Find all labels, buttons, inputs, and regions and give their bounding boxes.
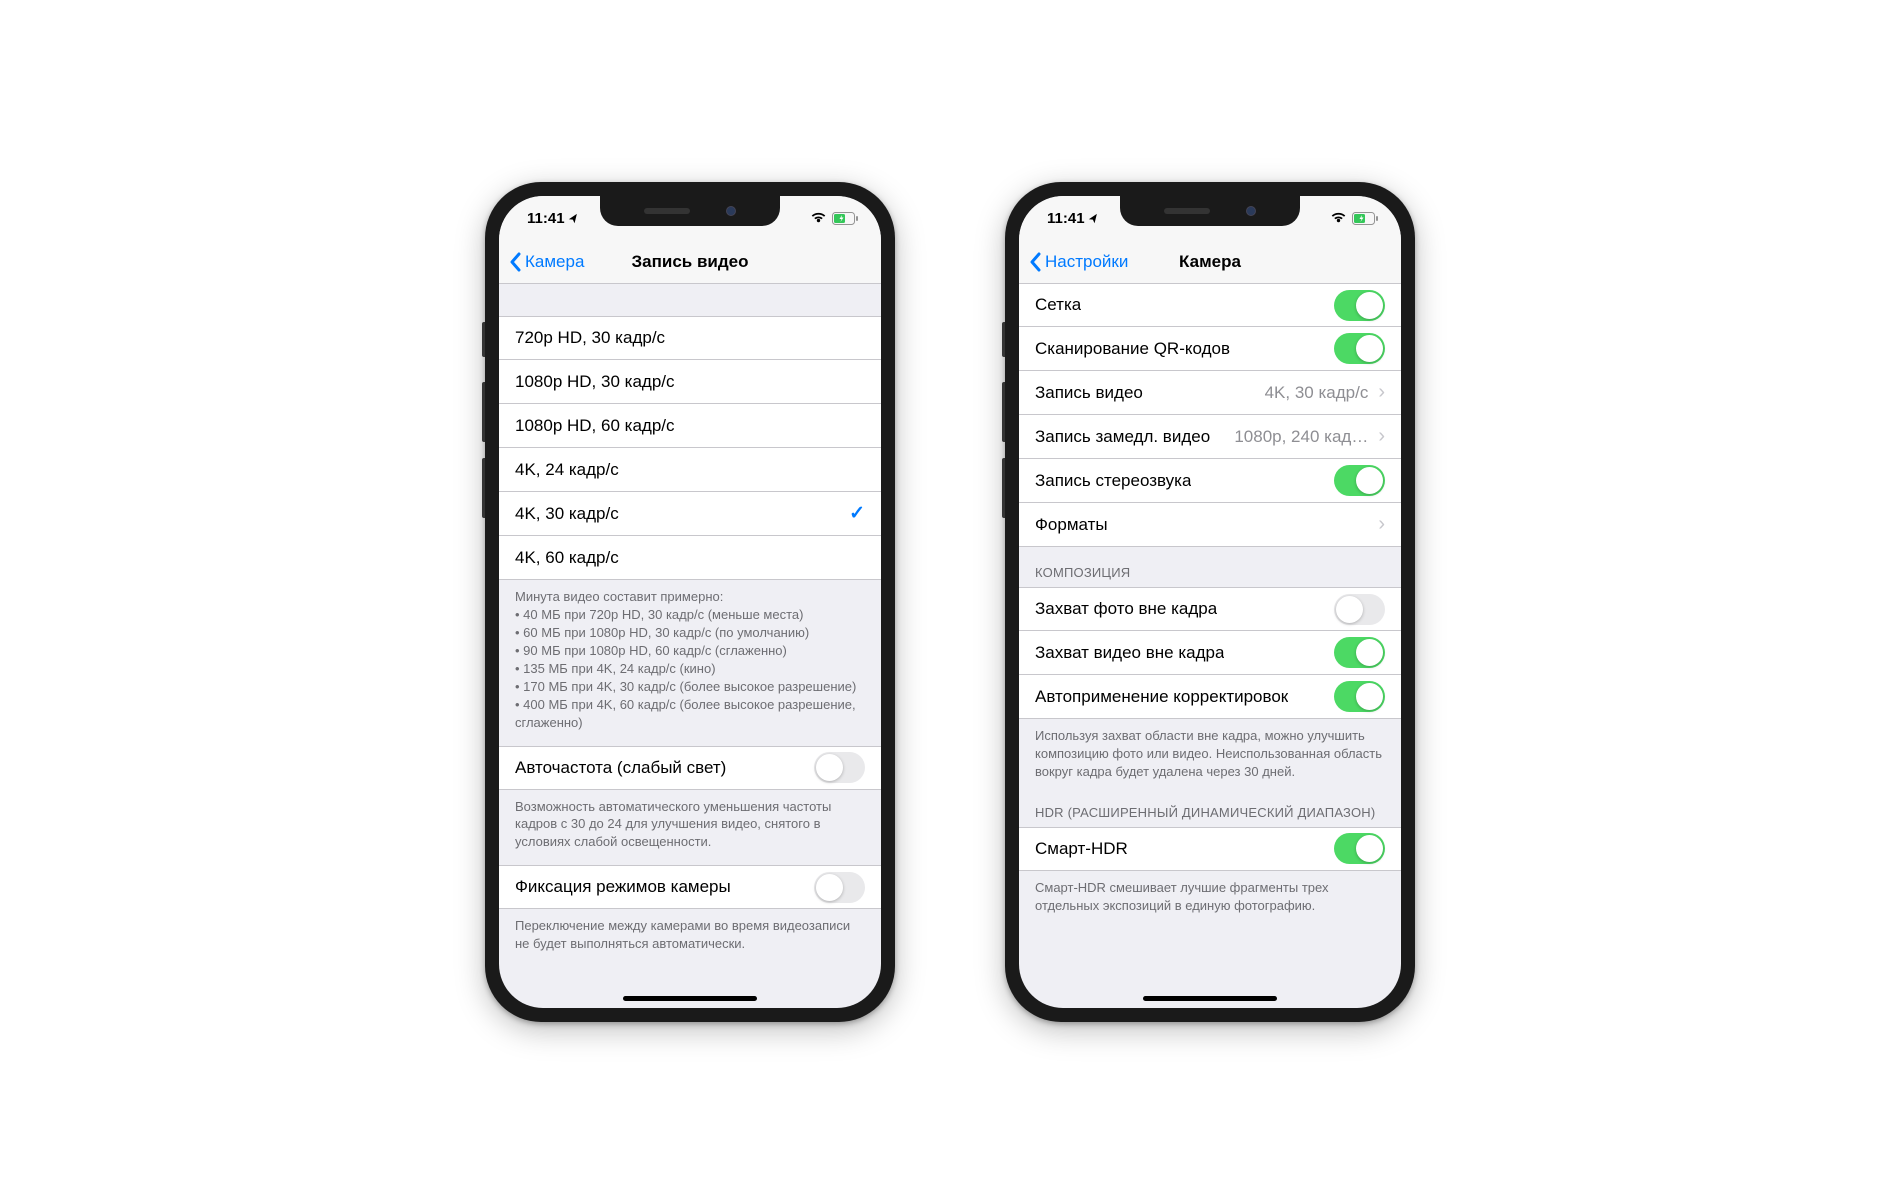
- chevron-right-icon: ›: [1378, 513, 1385, 536]
- smart-hdr-row[interactable]: Смарт-HDR: [1019, 827, 1401, 871]
- settings-row-label: Сетка: [1035, 295, 1081, 315]
- settings-row[interactable]: Захват видео вне кадра: [1019, 631, 1401, 675]
- size-footer: Минута видео составит примерно:• 40 МБ п…: [499, 580, 881, 746]
- auto-fps-row[interactable]: Авточастота (слабый свет): [499, 746, 881, 790]
- settings-row[interactable]: Запись видео 4K, 30 кадр/с›: [1019, 371, 1401, 415]
- settings-row-detail: 1080p, 240 кад…›: [1234, 425, 1385, 448]
- nav-bar: Настройки Камера: [1019, 240, 1401, 284]
- resolution-label: 4K, 30 кадр/с: [515, 504, 619, 524]
- auto-fps-footer: Возможность автоматического уменьшения ч…: [499, 790, 881, 866]
- resolution-option[interactable]: 4K, 30 кадр/с ✓: [499, 492, 881, 536]
- toggle-switch[interactable]: [1334, 637, 1385, 668]
- resolution-label: 4K, 24 кадр/с: [515, 460, 619, 480]
- settings-row[interactable]: Сканирование QR-кодов: [1019, 327, 1401, 371]
- settings-row-label: Форматы: [1035, 515, 1108, 535]
- settings-row-label: Захват видео вне кадра: [1035, 643, 1224, 663]
- settings-row-detail: 4K, 30 кадр/с›: [1265, 381, 1385, 404]
- nav-bar: Камера Запись видео: [499, 240, 881, 284]
- auto-fps-toggle[interactable]: [814, 752, 865, 783]
- chevron-right-icon: ›: [1378, 381, 1385, 404]
- settings-row[interactable]: Захват фото вне кадра: [1019, 587, 1401, 631]
- lock-camera-row[interactable]: Фиксация режимов камеры: [499, 865, 881, 909]
- settings-row-label: Запись замедл. видео: [1035, 427, 1210, 447]
- settings-row-label: Запись стереозвука: [1035, 471, 1191, 491]
- settings-row[interactable]: Сетка: [1019, 284, 1401, 327]
- resolution-option[interactable]: 4K, 60 кадр/с: [499, 536, 881, 580]
- resolution-label: 1080p HD, 60 кадр/с: [515, 416, 675, 436]
- settings-row-detail: ›: [1374, 513, 1385, 536]
- lock-camera-footer: Переключение между камерами во время вид…: [499, 909, 881, 967]
- lock-camera-toggle[interactable]: [814, 872, 865, 903]
- smart-hdr-label: Смарт-HDR: [1035, 839, 1128, 859]
- toggle-switch[interactable]: [1334, 290, 1385, 321]
- back-label: Настройки: [1045, 252, 1128, 272]
- settings-row[interactable]: Автоприменение корректировок: [1019, 675, 1401, 719]
- battery-icon: [1352, 212, 1379, 225]
- battery-icon: [832, 212, 859, 225]
- section-header-composition: КОМПОЗИЦИЯ: [1019, 547, 1401, 587]
- settings-row[interactable]: Запись замедл. видео 1080p, 240 кад…›: [1019, 415, 1401, 459]
- resolution-option[interactable]: 1080p HD, 30 кадр/с: [499, 360, 881, 404]
- notch: [600, 196, 780, 226]
- chevron-left-icon: [509, 252, 521, 272]
- chevron-right-icon: ›: [1378, 425, 1385, 448]
- nav-title: Запись видео: [632, 252, 749, 272]
- back-label: Камера: [525, 252, 584, 272]
- phone-mockup-1: 11:41 Камера Запись видео 720p HD, 30 ка…: [485, 182, 895, 1022]
- toggle-switch[interactable]: [1334, 465, 1385, 496]
- back-button[interactable]: Настройки: [1029, 252, 1128, 272]
- settings-row-label: Запись видео: [1035, 383, 1143, 403]
- chevron-left-icon: [1029, 252, 1041, 272]
- resolution-option[interactable]: 4K, 24 кадр/с: [499, 448, 881, 492]
- resolution-label: 1080p HD, 30 кадр/с: [515, 372, 675, 392]
- nav-title: Камера: [1179, 252, 1241, 272]
- screen-1: 11:41 Камера Запись видео 720p HD, 30 ка…: [499, 196, 881, 1008]
- back-button[interactable]: Камера: [509, 252, 584, 272]
- home-indicator[interactable]: [623, 996, 757, 1001]
- phone-mockup-2: 11:41 Настройки Камера Сетка Сканирование…: [1005, 182, 1415, 1022]
- settings-row-label: Автоприменение корректировок: [1035, 687, 1288, 707]
- resolution-option[interactable]: 720p HD, 30 кадр/с: [499, 316, 881, 360]
- screen-2: 11:41 Настройки Камера Сетка Сканирование…: [1019, 196, 1401, 1008]
- composition-footer: Используя захват области вне кадра, можн…: [1019, 719, 1401, 795]
- lock-camera-label: Фиксация режимов камеры: [515, 877, 731, 897]
- content-1[interactable]: 720p HD, 30 кадр/с 1080p HD, 30 кадр/с 108…: [499, 284, 881, 1008]
- settings-row[interactable]: Запись стереозвука: [1019, 459, 1401, 503]
- wifi-icon: [1330, 212, 1347, 224]
- location-icon: [1088, 212, 1100, 224]
- auto-fps-label: Авточастота (слабый свет): [515, 758, 726, 778]
- home-indicator[interactable]: [1143, 996, 1277, 1001]
- settings-row-label: Сканирование QR-кодов: [1035, 339, 1230, 359]
- settings-row[interactable]: Форматы ›: [1019, 503, 1401, 547]
- content-2[interactable]: Сетка Сканирование QR-кодов Запись видео 4K…: [1019, 284, 1401, 1008]
- smart-hdr-toggle[interactable]: [1334, 833, 1385, 864]
- toggle-switch[interactable]: [1334, 681, 1385, 712]
- resolution-label: 4K, 60 кадр/с: [515, 548, 619, 568]
- wifi-icon: [810, 212, 827, 224]
- toggle-switch[interactable]: [1334, 594, 1385, 625]
- toggle-switch[interactable]: [1334, 333, 1385, 364]
- location-icon: [568, 212, 580, 224]
- status-time: 11:41: [1047, 210, 1085, 227]
- checkmark-icon: ✓: [849, 502, 865, 525]
- status-time: 11:41: [527, 210, 565, 227]
- section-header-hdr: HDR (РАСШИРЕННЫЙ ДИНАМИЧЕСКИЙ ДИАПАЗОН): [1019, 795, 1401, 827]
- hdr-footer: Смарт-HDR смешивает лучшие фрагменты тре…: [1019, 871, 1401, 929]
- resolution-label: 720p HD, 30 кадр/с: [515, 328, 665, 348]
- settings-row-label: Захват фото вне кадра: [1035, 599, 1217, 619]
- resolution-option[interactable]: 1080p HD, 60 кадр/с: [499, 404, 881, 448]
- notch: [1120, 196, 1300, 226]
